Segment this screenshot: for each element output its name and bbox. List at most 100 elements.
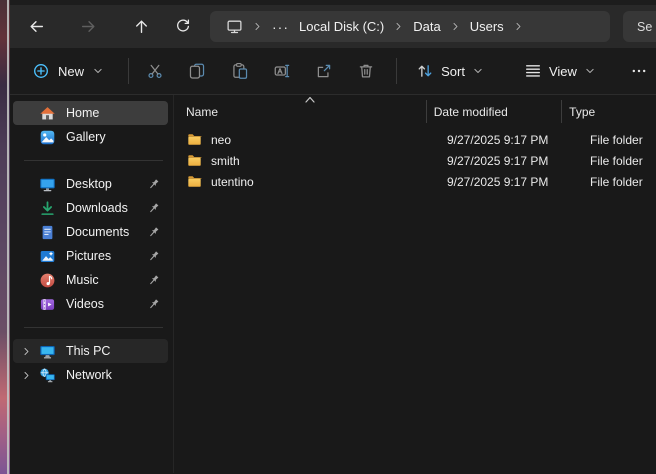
file-type: File folder xyxy=(583,133,643,147)
forward-button[interactable] xyxy=(71,10,105,42)
file-date-modified: 9/27/2025 9:17 PM xyxy=(440,133,583,147)
sidebar-item-label: Home xyxy=(66,106,99,120)
toolbar-divider xyxy=(396,58,397,84)
chevron-down-icon xyxy=(92,65,104,77)
file-row-utentino[interactable]: utentino 9/27/2025 9:17 PM File folder xyxy=(174,171,656,192)
clipboard-icon xyxy=(231,62,249,80)
sidebar-item-gallery[interactable]: Gallery xyxy=(13,125,168,149)
sidebar-item-label: Music xyxy=(66,273,99,287)
sidebar-separator xyxy=(24,327,163,328)
pictures-icon xyxy=(39,248,56,265)
sidebar-item-label: This PC xyxy=(66,344,110,358)
view-lines-icon xyxy=(524,62,542,80)
breadcrumb-item-drive[interactable]: Local Disk (C:) xyxy=(299,19,384,34)
folder-icon xyxy=(186,132,203,147)
folder-icon xyxy=(186,153,203,168)
column-header-date-modified[interactable]: Date modified xyxy=(426,100,561,123)
trash-icon xyxy=(357,62,375,80)
pin-icon xyxy=(147,225,161,239)
cut-button[interactable] xyxy=(139,54,172,88)
pin-icon xyxy=(147,201,161,215)
sidebar-item-label: Pictures xyxy=(66,249,111,263)
tree-expand-chevron-icon[interactable] xyxy=(21,346,39,357)
sidebar-item-this-pc[interactable]: This PC xyxy=(13,339,168,363)
sidebar-item-label: Videos xyxy=(66,297,104,311)
window-body: Home Gallery Desktop Downloads xyxy=(10,95,656,473)
breadcrumb-overflow-button[interactable]: ··· xyxy=(272,19,289,35)
new-button[interactable]: New xyxy=(22,55,114,87)
location-device-icon xyxy=(226,18,243,35)
sort-button-label: Sort xyxy=(441,64,465,79)
window-edge-highlight xyxy=(7,0,9,474)
sidebar-item-downloads[interactable]: Downloads xyxy=(13,196,168,220)
videos-icon xyxy=(39,296,56,313)
ellipsis-icon xyxy=(630,62,648,80)
breadcrumb-chevron-icon[interactable] xyxy=(393,21,404,32)
sidebar-item-label: Downloads xyxy=(66,201,128,215)
file-rows: neo 9/27/2025 9:17 PM File folder smith … xyxy=(174,129,656,192)
sidebar-item-label: Gallery xyxy=(66,130,106,144)
sidebar-item-music[interactable]: Music xyxy=(13,268,168,292)
breadcrumb-chevron-icon[interactable] xyxy=(252,21,263,32)
this-pc-icon xyxy=(39,343,56,360)
pin-icon xyxy=(147,177,161,191)
sidebar-item-pictures[interactable]: Pictures xyxy=(13,244,168,268)
copy-button[interactable] xyxy=(181,54,214,88)
column-header-type[interactable]: Type xyxy=(561,100,656,123)
address-bar[interactable]: ··· Local Disk (C:) Data Users xyxy=(210,11,610,42)
back-button[interactable] xyxy=(19,10,53,42)
music-icon xyxy=(39,272,56,289)
file-date-modified: 9/27/2025 9:17 PM xyxy=(440,175,583,189)
home-icon xyxy=(39,105,56,122)
delete-button[interactable] xyxy=(349,54,382,88)
toolbar-divider xyxy=(128,58,129,84)
file-list-pane: Name Date modified Type neo 9/27/2025 9:… xyxy=(174,95,656,473)
downloads-icon xyxy=(39,200,56,217)
more-options-button[interactable] xyxy=(623,54,656,88)
sidebar-separator xyxy=(24,160,163,161)
file-row-smith[interactable]: smith 9/27/2025 9:17 PM File folder xyxy=(174,150,656,171)
scissors-icon xyxy=(146,62,164,80)
sidebar-item-network[interactable]: Network xyxy=(13,363,168,387)
gallery-icon xyxy=(39,129,56,146)
sidebar: Home Gallery Desktop Downloads xyxy=(10,95,174,473)
pin-icon xyxy=(147,249,161,263)
search-text: Se xyxy=(637,20,652,34)
view-button[interactable]: View xyxy=(515,55,605,87)
paste-button[interactable] xyxy=(223,54,256,88)
network-icon xyxy=(39,367,56,384)
search-box[interactable]: Se xyxy=(623,11,656,42)
sort-ascending-icon xyxy=(300,95,320,104)
file-type: File folder xyxy=(583,175,643,189)
desktop-icon xyxy=(39,176,56,193)
file-row-neo[interactable]: neo 9/27/2025 9:17 PM File folder xyxy=(174,129,656,150)
file-date-modified: 9/27/2025 9:17 PM xyxy=(440,154,583,168)
tree-expand-chevron-icon[interactable] xyxy=(21,370,39,381)
chevron-down-icon xyxy=(584,65,596,77)
column-header-row: Name Date modified Type xyxy=(174,100,656,123)
arrow-up-icon xyxy=(133,18,150,35)
pin-icon xyxy=(147,297,161,311)
share-button[interactable] xyxy=(307,54,340,88)
sidebar-item-label: Network xyxy=(66,368,112,382)
navigation-bar: ··· Local Disk (C:) Data Users Se xyxy=(10,5,656,48)
file-name: smith xyxy=(211,154,240,168)
command-bar: New Sort View xyxy=(10,48,656,95)
sidebar-item-videos[interactable]: Videos xyxy=(13,292,168,316)
up-button[interactable] xyxy=(124,10,158,42)
sidebar-item-label: Documents xyxy=(66,225,129,239)
file-name: neo xyxy=(211,133,231,147)
refresh-button[interactable] xyxy=(166,10,200,42)
breadcrumb-chevron-icon[interactable] xyxy=(450,21,461,32)
sidebar-item-documents[interactable]: Documents xyxy=(13,220,168,244)
sidebar-item-desktop[interactable]: Desktop xyxy=(13,172,168,196)
new-button-label: New xyxy=(58,64,84,79)
breadcrumb-chevron-icon[interactable] xyxy=(513,21,524,32)
sort-arrows-icon xyxy=(416,62,434,80)
sort-button[interactable]: Sort xyxy=(407,55,493,87)
breadcrumb-item-users[interactable]: Users xyxy=(470,19,504,34)
file-type: File folder xyxy=(583,154,643,168)
breadcrumb-item-data[interactable]: Data xyxy=(413,19,440,34)
sidebar-item-home[interactable]: Home xyxy=(13,101,168,125)
rename-button[interactable] xyxy=(265,54,298,88)
